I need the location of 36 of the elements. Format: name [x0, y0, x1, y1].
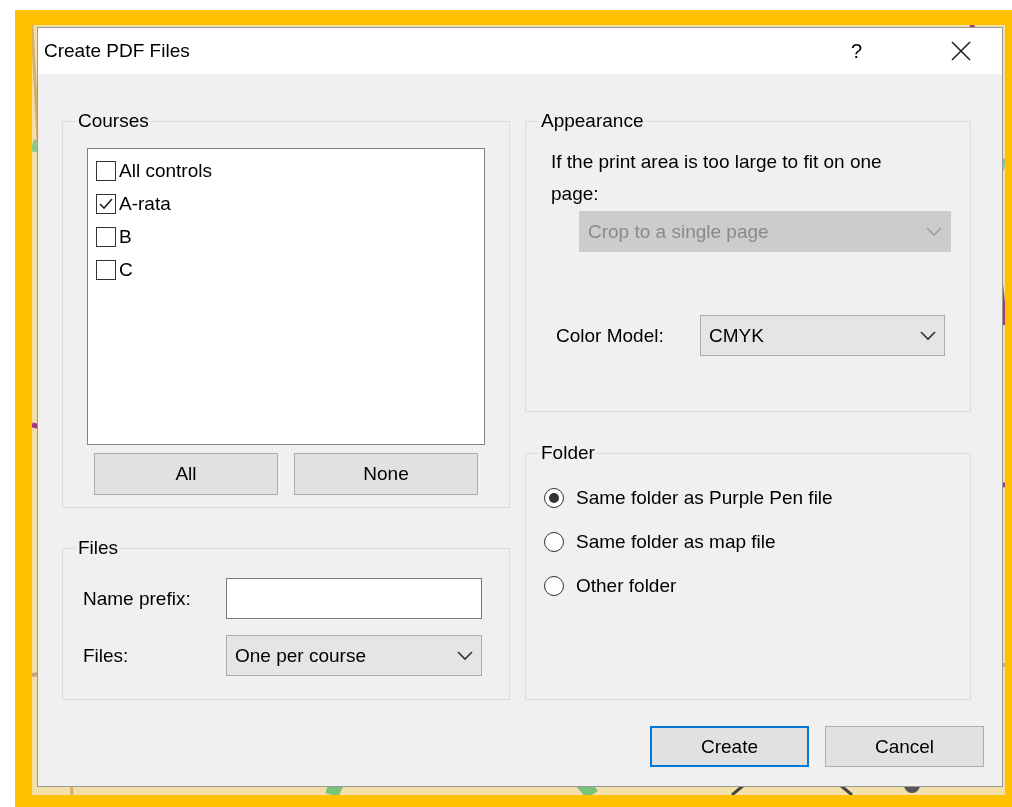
field-label: Files: [83, 644, 130, 667]
course-label: All controls [119, 159, 212, 182]
option-label: Other folder [576, 575, 677, 597]
radio-button[interactable] [544, 532, 564, 552]
color-model-dropdown[interactable]: CMYK [700, 315, 945, 356]
check-icon [99, 197, 113, 210]
field-label: Name prefix: [83, 587, 192, 610]
group-title: Appearance [540, 110, 645, 132]
checkbox[interactable] [96, 226, 116, 247]
group-title: Folder [540, 442, 596, 464]
help-button[interactable]: ? [851, 39, 936, 63]
field-label: Color Model: [556, 324, 665, 347]
option-label: Same folder as Purple Pen file [576, 487, 833, 509]
input-field[interactable] [226, 578, 482, 619]
radio-button[interactable] [544, 576, 564, 596]
select-button[interactable]: None [294, 453, 478, 495]
course-label: C [119, 258, 133, 281]
files-dropdown[interactable]: One per course [226, 635, 482, 676]
course-label: A-rata [119, 192, 171, 215]
select-button[interactable]: All [94, 453, 278, 495]
dialog-button[interactable]: Cancel [825, 726, 984, 767]
group-title: Courses [77, 110, 150, 132]
chevron-down-icon [920, 330, 936, 341]
checkbox[interactable] [96, 193, 116, 214]
dialog-button[interactable]: Create [650, 726, 809, 767]
option-label: Same folder as map file [576, 531, 776, 553]
group-title: Files [77, 537, 120, 559]
message-text: If the print area is too large to fit on one page: [551, 150, 883, 206]
radio-button[interactable] [544, 488, 564, 508]
course-label: B [119, 225, 132, 248]
close-icon [951, 41, 971, 61]
chevron-down-icon [926, 226, 942, 237]
window-title: Create PDF Files [44, 40, 191, 62]
chevron-down-icon [457, 650, 473, 661]
checkbox[interactable] [96, 160, 116, 181]
checkbox[interactable] [96, 259, 116, 280]
